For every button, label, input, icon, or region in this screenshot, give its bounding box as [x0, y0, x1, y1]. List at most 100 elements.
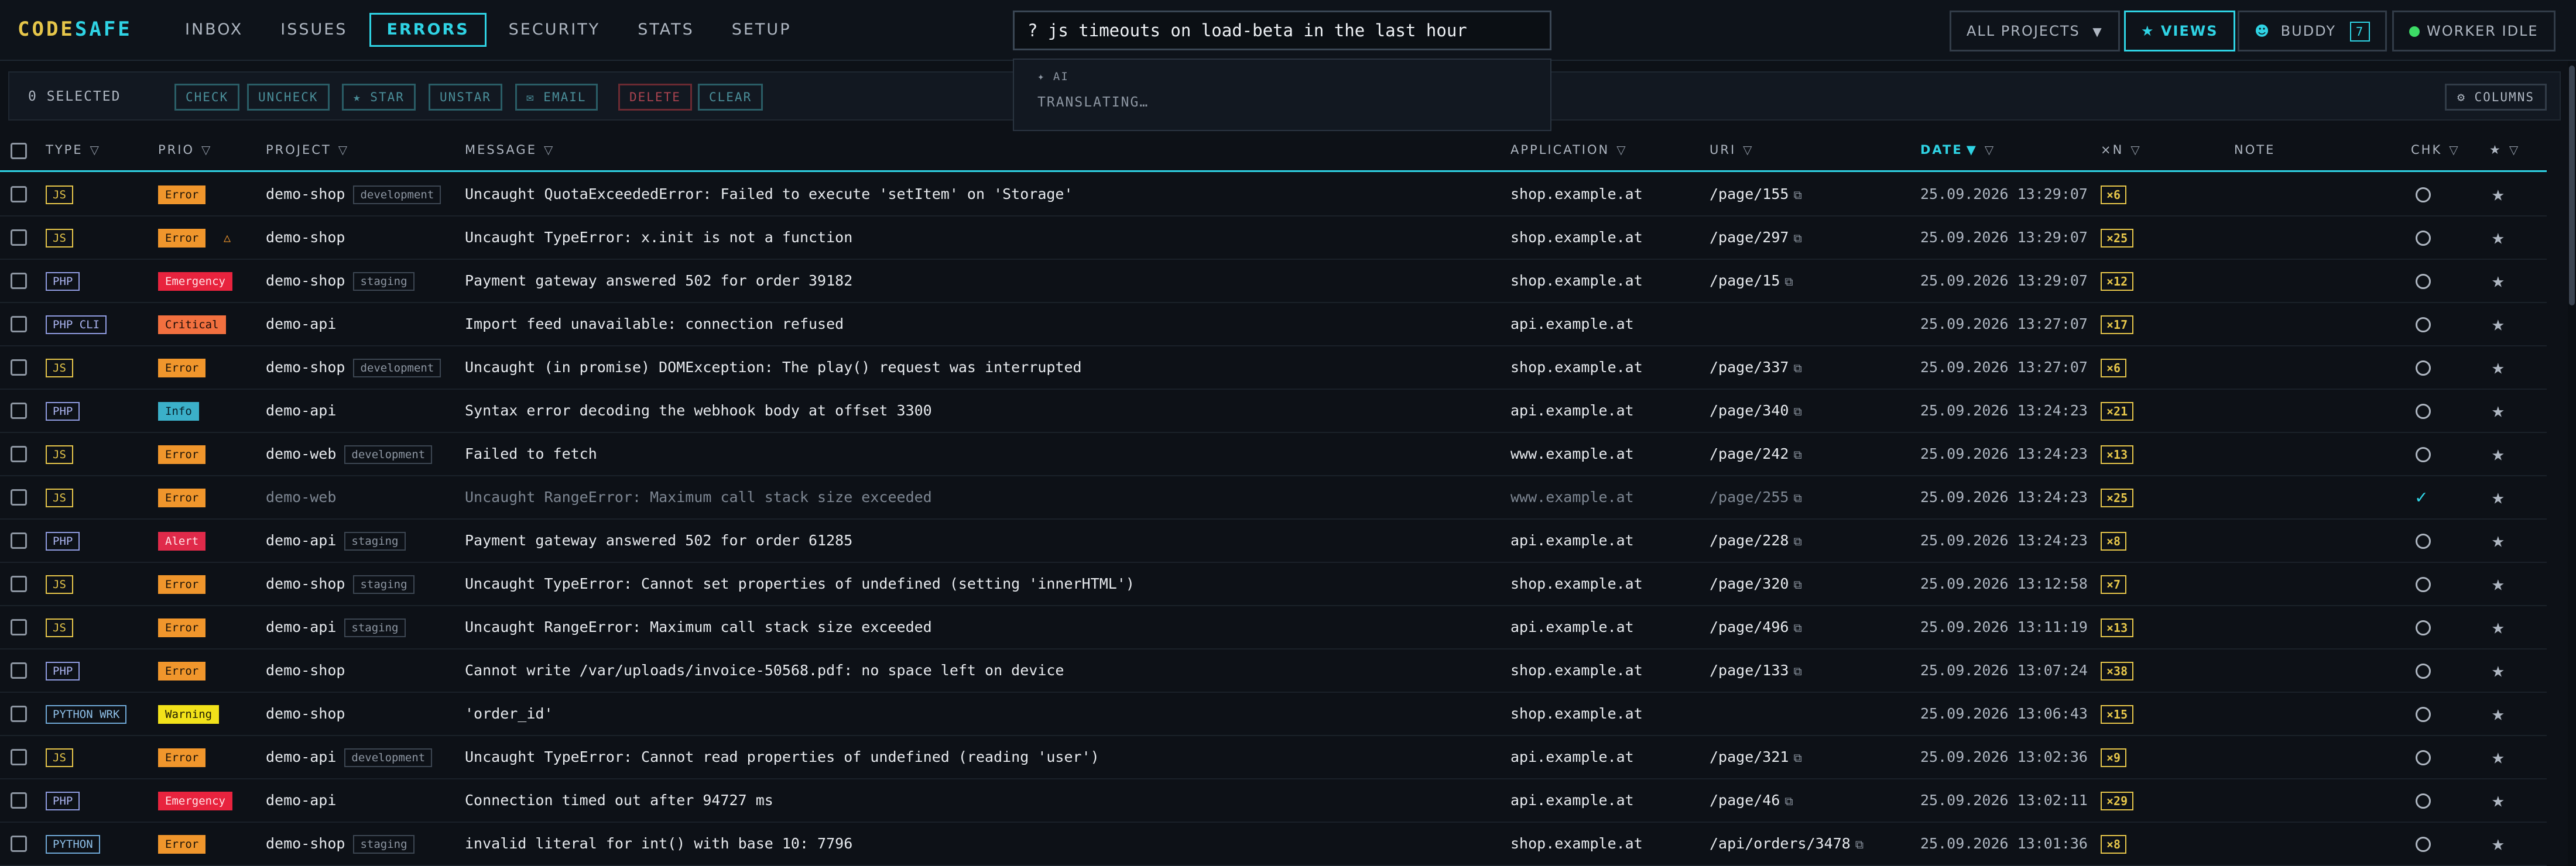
- col-count[interactable]: ×N ▽: [2101, 143, 2142, 157]
- message-cell[interactable]: Uncaught TypeError: x.init is not a func…: [465, 216, 852, 259]
- check-toggle[interactable]: [2416, 187, 2431, 202]
- check-toggle[interactable]: [2416, 750, 2431, 765]
- table-row[interactable]: JS Error demo-shop staging Uncaught TypeErro…: [0, 563, 2547, 606]
- filter-icon[interactable]: ▽: [2509, 143, 2520, 157]
- project-cell[interactable]: demo-web development: [266, 433, 433, 475]
- search-input[interactable]: ? js timeouts on load-beta in the last h…: [1013, 11, 1551, 50]
- filter-icon[interactable]: ▽: [1985, 143, 1995, 157]
- col-note[interactable]: NOTE: [2234, 143, 2275, 157]
- delete-button[interactable]: DELETE: [618, 84, 692, 111]
- message-cell[interactable]: Uncaught QuotaExceededError: Failed to e…: [465, 173, 1073, 215]
- uri-link[interactable]: /page/242 ⧉: [1710, 433, 1802, 476]
- message-cell[interactable]: Import feed unavailable: connection refu…: [465, 303, 844, 345]
- star-toggle-icon[interactable]: ★: [2492, 744, 2505, 770]
- message-cell[interactable]: Uncaught (in promise) DOMException: The …: [465, 346, 1082, 389]
- uri-link[interactable]: /page/15 ⧉: [1710, 260, 1793, 303]
- columns-button[interactable]: ⚙ COLUMNS: [2445, 84, 2547, 111]
- star-toggle-icon[interactable]: ★: [2492, 181, 2505, 207]
- table-row[interactable]: JS Error demo-api development Uncaught TypeE…: [0, 736, 2547, 779]
- project-cell[interactable]: demo-shop: [266, 216, 345, 259]
- filter-icon[interactable]: ▽: [201, 143, 212, 157]
- select-all-checkbox[interactable]: [11, 143, 27, 159]
- col-project[interactable]: PROJECT ▽: [266, 143, 349, 157]
- star-toggle-icon[interactable]: ★: [2492, 355, 2505, 380]
- uri-link[interactable]: /page/496 ⧉: [1710, 606, 1802, 649]
- message-cell[interactable]: Payment gateway answered 502 for order 3…: [465, 260, 852, 302]
- message-cell[interactable]: Cannot write /var/uploads/invoice-50568.…: [465, 650, 1064, 692]
- table-row[interactable]: PHP Info demo-api Syntax error decoding the…: [0, 390, 2547, 433]
- project-cell[interactable]: demo-api: [266, 303, 336, 345]
- checked-icon[interactable]: ✓: [2416, 487, 2431, 506]
- star-toggle-icon[interactable]: ★: [2492, 658, 2505, 683]
- star-toggle-icon[interactable]: ★: [2492, 831, 2505, 857]
- row-checkbox[interactable]: [11, 446, 27, 462]
- row-checkbox[interactable]: [11, 186, 27, 202]
- col-star[interactable]: ★ ▽: [2489, 143, 2520, 157]
- row-checkbox[interactable]: [11, 273, 27, 289]
- check-toggle[interactable]: [2416, 664, 2431, 679]
- filter-icon[interactable]: ▽: [338, 143, 349, 157]
- message-cell[interactable]: Uncaught TypeError: Cannot read properti…: [465, 736, 1099, 778]
- uri-link[interactable]: /page/255 ⧉: [1710, 476, 1802, 519]
- message-cell[interactable]: 'order_id': [465, 693, 553, 735]
- worker-status[interactable]: WORKER IDLE: [2392, 11, 2556, 51]
- star-toggle-icon[interactable]: ★: [2492, 484, 2505, 510]
- check-toggle[interactable]: [2416, 274, 2431, 289]
- email-button[interactable]: ✉ EMAIL: [515, 84, 598, 111]
- scrollbar[interactable]: [2568, 61, 2576, 866]
- message-cell[interactable]: Failed to fetch: [465, 433, 597, 475]
- check-toggle[interactable]: [2416, 317, 2431, 332]
- uri-link[interactable]: /page/228 ⧉: [1710, 520, 1802, 562]
- uri-link[interactable]: /page/297 ⧉: [1710, 216, 1802, 259]
- uncheck-button[interactable]: UNCHECK: [247, 84, 330, 111]
- project-cell[interactable]: demo-shop staging: [266, 823, 415, 865]
- message-cell[interactable]: Uncaught RangeError: Maximum call stack …: [465, 606, 932, 648]
- brand-logo[interactable]: CODESAFE: [18, 18, 132, 41]
- star-toggle-icon[interactable]: ★: [2492, 788, 2505, 813]
- filter-icon[interactable]: ▽: [90, 143, 101, 157]
- star-toggle-icon[interactable]: ★: [2492, 528, 2505, 554]
- row-checkbox[interactable]: [11, 662, 27, 679]
- table-row[interactable]: JS Error △ demo-shop Uncaught TypeError: x.i…: [0, 216, 2547, 260]
- row-checkbox[interactable]: [11, 532, 27, 549]
- clear-button[interactable]: CLEAR: [698, 84, 763, 111]
- filter-icon[interactable]: ▽: [2130, 143, 2141, 157]
- uri-link[interactable]: /page/321 ⧉: [1710, 736, 1802, 779]
- star-button[interactable]: ★ STAR: [342, 84, 416, 111]
- uri-link[interactable]: /api/orders/3478 ⧉: [1710, 823, 1864, 865]
- star-toggle-icon[interactable]: ★: [2492, 614, 2505, 640]
- message-cell[interactable]: Connection timed out after 94727 ms: [465, 779, 773, 822]
- project-cell[interactable]: demo-web: [266, 476, 336, 518]
- col-chk[interactable]: CHK ▽: [2411, 143, 2460, 157]
- message-cell[interactable]: Uncaught TypeError: Cannot set propertie…: [465, 563, 1135, 605]
- project-cell[interactable]: demo-shop: [266, 650, 345, 692]
- table-row[interactable]: PHP Error demo-shop Cannot write /var/uploa…: [0, 650, 2547, 693]
- row-checkbox[interactable]: [11, 576, 27, 592]
- nav-errors[interactable]: ERRORS: [369, 13, 487, 47]
- table-row[interactable]: JS Error demo-api staging Uncaught RangeErro…: [0, 606, 2547, 650]
- buddy-button[interactable]: ☻ BUDDY 7: [2238, 11, 2387, 51]
- filter-icon[interactable]: ▽: [544, 143, 554, 157]
- table-row[interactable]: PHP Emergency demo-api Connection timed out…: [0, 779, 2547, 823]
- star-toggle-icon[interactable]: ★: [2492, 701, 2505, 727]
- row-checkbox[interactable]: [11, 836, 27, 852]
- check-toggle[interactable]: [2416, 404, 2431, 419]
- project-cell[interactable]: demo-shop staging: [266, 260, 415, 302]
- scrollbar-thumb[interactable]: [2569, 66, 2575, 305]
- message-cell[interactable]: Payment gateway answered 502 for order 6…: [465, 520, 852, 562]
- table-row[interactable]: PYTHON Error demo-shop staging invalid liter…: [0, 823, 2547, 866]
- project-cell[interactable]: demo-shop development: [266, 346, 441, 389]
- filter-icon[interactable]: ▽: [2449, 143, 2459, 157]
- check-toggle[interactable]: [2416, 231, 2431, 246]
- project-cell[interactable]: demo-shop staging: [266, 563, 415, 605]
- nav-issues[interactable]: ISSUES: [265, 13, 362, 47]
- project-select[interactable]: ALL PROJECTS ▼: [1950, 11, 2120, 51]
- col-type[interactable]: TYPE ▽: [46, 143, 101, 157]
- nav-security[interactable]: SECURITY: [494, 13, 616, 47]
- table-row[interactable]: JS Error demo-web development Failed to fetc…: [0, 433, 2547, 476]
- check-toggle[interactable]: [2416, 837, 2431, 852]
- check-toggle[interactable]: [2416, 577, 2431, 592]
- table-row[interactable]: PHP Emergency demo-shop staging Payment gate…: [0, 260, 2547, 303]
- col-uri[interactable]: URI ▽: [1710, 143, 1754, 157]
- check-toggle[interactable]: [2416, 534, 2431, 549]
